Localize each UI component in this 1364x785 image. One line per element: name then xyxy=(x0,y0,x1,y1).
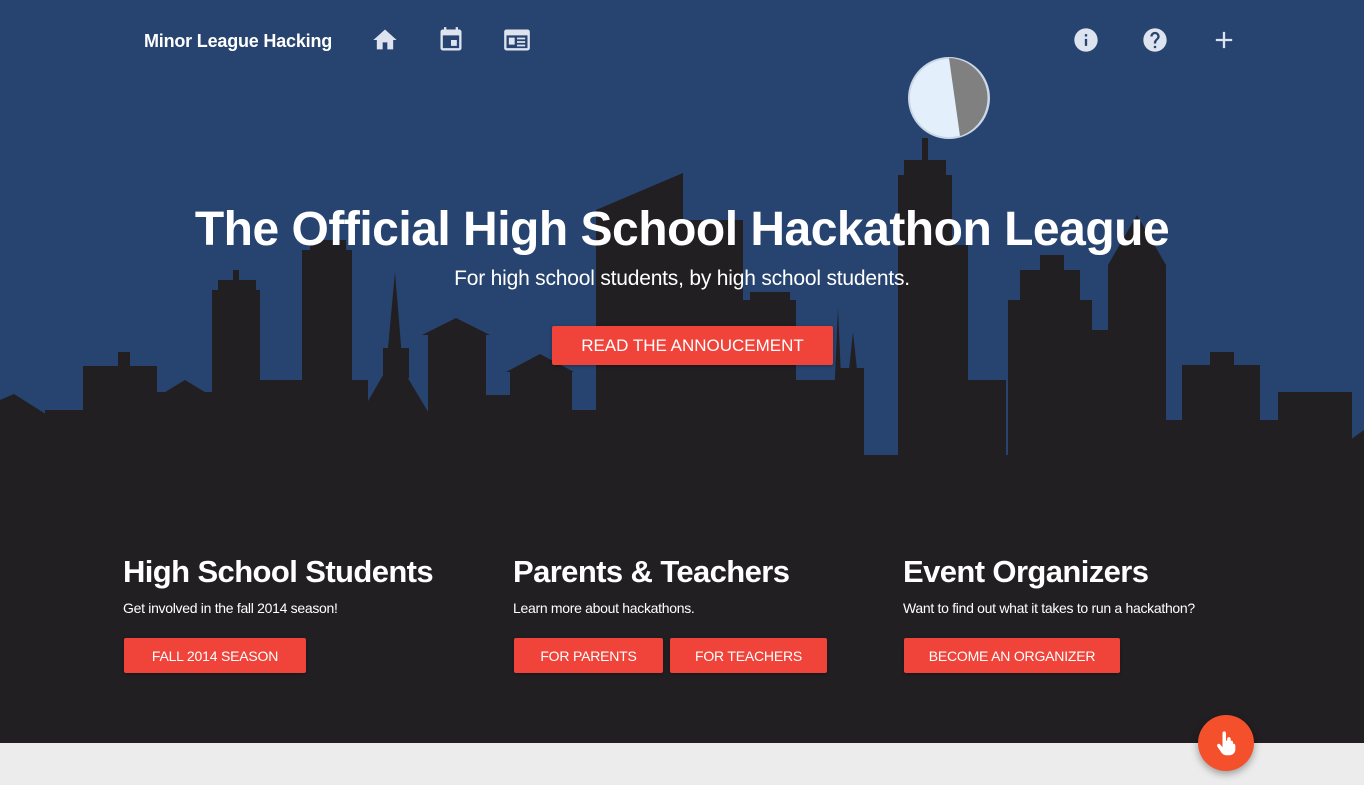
schedule-icon[interactable] xyxy=(501,24,533,56)
section-title: High School Students xyxy=(123,554,434,589)
calendar-icon[interactable] xyxy=(435,24,467,56)
footer-strip xyxy=(0,743,1364,785)
brand-logo-text[interactable]: Minor League Hacking xyxy=(144,31,332,52)
section-title: Parents & Teachers xyxy=(513,554,790,589)
top-navigation: Minor League Hacking xyxy=(0,0,1364,80)
read-announcement-button[interactable]: READ THE ANNOUCEMENT xyxy=(552,326,833,365)
become-organizer-button[interactable]: BECOME AN ORGANIZER xyxy=(904,638,1120,673)
fall-2014-season-button[interactable]: FALL 2014 SEASON xyxy=(124,638,306,673)
section-description: Learn more about hackathons. xyxy=(513,600,695,616)
students-section: High School Students Get involved in the… xyxy=(123,552,483,673)
for-parents-button[interactable]: FOR PARENTS xyxy=(514,638,663,673)
organizers-section: Event Organizers Want to find out what i… xyxy=(903,552,1263,673)
section-description: Want to find out what it takes to run a … xyxy=(903,600,1195,616)
parents-teachers-section: Parents & Teachers Learn more about hack… xyxy=(513,552,873,673)
hero-section: Minor League Hacking The Official High S… xyxy=(0,0,1364,743)
floating-action-button[interactable] xyxy=(1198,715,1254,771)
info-icon[interactable] xyxy=(1070,24,1102,56)
help-icon[interactable] xyxy=(1139,24,1171,56)
section-title: Event Organizers xyxy=(903,554,1149,589)
hand-pointer-icon xyxy=(1217,731,1236,756)
section-description: Get involved in the fall 2014 season! xyxy=(123,600,338,616)
add-icon[interactable] xyxy=(1208,24,1240,56)
hero-tagline: For high school students, by high school… xyxy=(454,267,910,290)
page-title: The Official High School Hackathon Leagu… xyxy=(194,203,1170,256)
home-icon[interactable] xyxy=(369,24,401,56)
for-teachers-button[interactable]: FOR TEACHERS xyxy=(670,638,827,673)
